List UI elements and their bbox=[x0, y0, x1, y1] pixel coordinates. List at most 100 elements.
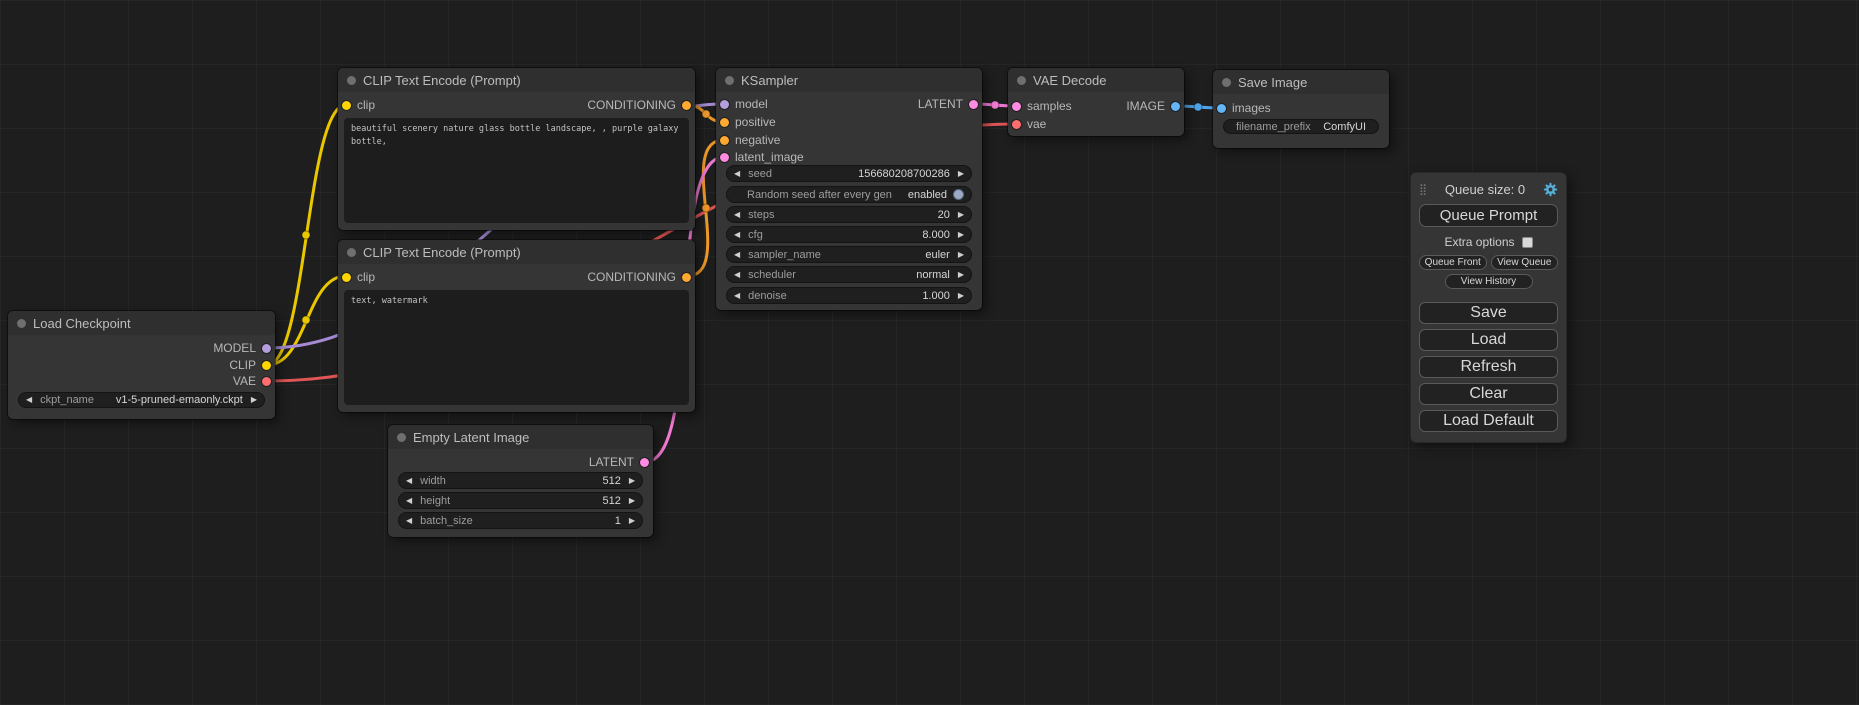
node-collapse-dot[interactable] bbox=[1017, 76, 1026, 85]
clip-input-dot[interactable] bbox=[342, 101, 351, 110]
widget-random-seed-toggle[interactable]: Random seed after every gen enabled bbox=[726, 186, 972, 203]
next-arrow-icon[interactable]: ▶ bbox=[958, 271, 964, 279]
input-slot-clip[interactable]: clip bbox=[342, 97, 375, 113]
widget-cfg[interactable]: ◀ cfg 8.000 ▶ bbox=[726, 226, 972, 243]
input-slot-samples[interactable]: samples bbox=[1012, 98, 1072, 114]
queue-prompt-button[interactable]: Queue Prompt bbox=[1419, 204, 1558, 227]
negative-input-dot[interactable] bbox=[720, 136, 729, 145]
prev-arrow-icon[interactable]: ◀ bbox=[406, 517, 412, 525]
input-slot-negative[interactable]: negative bbox=[720, 132, 780, 148]
node-header[interactable]: KSampler bbox=[716, 68, 982, 92]
prev-arrow-icon[interactable]: ◀ bbox=[406, 497, 412, 505]
refresh-button[interactable]: Refresh bbox=[1419, 356, 1558, 378]
node-graph-canvas[interactable]: Load Checkpoint MODEL CLIP VAE ◀ ckpt_na… bbox=[0, 0, 1859, 705]
latent-output-dot[interactable] bbox=[640, 458, 649, 467]
node-collapse-dot[interactable] bbox=[17, 319, 26, 328]
output-slot-conditioning[interactable]: CONDITIONING bbox=[587, 97, 691, 113]
queue-menu-panel[interactable]: ⣿ Queue size: 0 Queue Prompt Extra optio… bbox=[1410, 172, 1567, 443]
clear-button[interactable]: Clear bbox=[1419, 383, 1558, 405]
images-input-dot[interactable] bbox=[1217, 104, 1226, 113]
load-default-button[interactable]: Load Default bbox=[1419, 410, 1558, 432]
latent-output-dot[interactable] bbox=[969, 100, 978, 109]
output-slot-image[interactable]: IMAGE bbox=[1126, 98, 1180, 114]
node-collapse-dot[interactable] bbox=[397, 433, 406, 442]
output-slot-latent[interactable]: LATENT bbox=[589, 454, 649, 470]
widget-batch-size[interactable]: ◀ batch_size 1 ▶ bbox=[398, 512, 643, 529]
next-arrow-icon[interactable]: ▶ bbox=[958, 231, 964, 239]
model-input-dot[interactable] bbox=[720, 100, 729, 109]
prev-arrow-icon[interactable]: ◀ bbox=[406, 477, 412, 485]
output-slot-model[interactable]: MODEL bbox=[213, 340, 271, 356]
widget-denoise[interactable]: ◀ denoise 1.000 ▶ bbox=[726, 287, 972, 304]
node-collapse-dot[interactable] bbox=[347, 248, 356, 257]
clip-output-dot[interactable] bbox=[262, 361, 271, 370]
widget-ckpt-name[interactable]: ◀ ckpt_name v1-5-pruned-emaonly.ckpt ▶ bbox=[18, 392, 265, 408]
next-arrow-icon[interactable]: ▶ bbox=[629, 517, 635, 525]
output-slot-conditioning[interactable]: CONDITIONING bbox=[587, 269, 691, 285]
prev-arrow-icon[interactable]: ◀ bbox=[734, 271, 740, 279]
model-output-dot[interactable] bbox=[262, 344, 271, 353]
settings-gear-icon[interactable] bbox=[1543, 182, 1558, 197]
widget-height[interactable]: ◀ height 512 ▶ bbox=[398, 492, 643, 509]
vae-input-dot[interactable] bbox=[1012, 120, 1021, 129]
next-arrow-icon[interactable]: ▶ bbox=[958, 170, 964, 178]
widget-sampler-name[interactable]: ◀ sampler_name euler ▶ bbox=[726, 246, 972, 263]
output-slot-latent[interactable]: LATENT bbox=[918, 96, 978, 112]
prev-arrow-icon[interactable]: ◀ bbox=[734, 170, 740, 178]
node-header[interactable]: CLIP Text Encode (Prompt) bbox=[338, 68, 695, 92]
next-arrow-icon[interactable]: ▶ bbox=[958, 211, 964, 219]
load-button[interactable]: Load bbox=[1419, 329, 1558, 351]
prev-arrow-icon[interactable]: ◀ bbox=[734, 251, 740, 259]
prev-arrow-icon[interactable]: ◀ bbox=[734, 231, 740, 239]
node-header[interactable]: VAE Decode bbox=[1008, 68, 1184, 92]
drag-handle-icon[interactable]: ⣿ bbox=[1419, 183, 1427, 196]
node-load-checkpoint[interactable]: Load Checkpoint MODEL CLIP VAE ◀ ckpt_na… bbox=[8, 311, 275, 419]
node-collapse-dot[interactable] bbox=[725, 76, 734, 85]
widget-seed[interactable]: ◀ seed 156680208700286 ▶ bbox=[726, 165, 972, 182]
output-slot-clip[interactable]: CLIP bbox=[229, 357, 271, 373]
next-arrow-icon[interactable]: ▶ bbox=[629, 497, 635, 505]
positive-input-dot[interactable] bbox=[720, 118, 729, 127]
node-save-image[interactable]: Save Image images filename_prefix ComfyU… bbox=[1213, 70, 1389, 148]
toggle-indicator-icon[interactable] bbox=[953, 189, 964, 200]
prev-arrow-icon[interactable]: ◀ bbox=[734, 292, 740, 300]
extra-options-checkbox[interactable] bbox=[1522, 237, 1533, 248]
node-header[interactable]: Save Image bbox=[1213, 70, 1389, 94]
prev-arrow-icon[interactable]: ◀ bbox=[734, 211, 740, 219]
input-slot-clip[interactable]: clip bbox=[342, 269, 375, 285]
widget-steps[interactable]: ◀ steps 20 ▶ bbox=[726, 206, 972, 223]
clip-input-dot[interactable] bbox=[342, 273, 351, 282]
input-slot-images[interactable]: images bbox=[1217, 100, 1271, 116]
node-clip-text-encode-positive[interactable]: CLIP Text Encode (Prompt) clip CONDITION… bbox=[338, 68, 695, 230]
prompt-textarea[interactable]: beautiful scenery nature glass bottle la… bbox=[344, 118, 689, 223]
widget-width[interactable]: ◀ width 512 ▶ bbox=[398, 472, 643, 489]
node-collapse-dot[interactable] bbox=[347, 76, 356, 85]
vae-output-dot[interactable] bbox=[262, 377, 271, 386]
node-collapse-dot[interactable] bbox=[1222, 78, 1231, 87]
node-header[interactable]: CLIP Text Encode (Prompt) bbox=[338, 240, 695, 264]
input-slot-latent-image[interactable]: latent_image bbox=[720, 149, 804, 165]
save-button[interactable]: Save bbox=[1419, 302, 1558, 324]
node-empty-latent-image[interactable]: Empty Latent Image LATENT ◀ width 512 ▶ … bbox=[388, 425, 653, 537]
conditioning-output-dot[interactable] bbox=[682, 273, 691, 282]
image-output-dot[interactable] bbox=[1171, 102, 1180, 111]
input-slot-vae[interactable]: vae bbox=[1012, 116, 1046, 132]
node-vae-decode[interactable]: VAE Decode samples vae IMAGE bbox=[1008, 68, 1184, 136]
next-arrow-icon[interactable]: ▶ bbox=[251, 396, 257, 404]
prompt-textarea[interactable]: text, watermark bbox=[344, 290, 689, 405]
next-arrow-icon[interactable]: ▶ bbox=[958, 251, 964, 259]
samples-input-dot[interactable] bbox=[1012, 102, 1021, 111]
widget-scheduler[interactable]: ◀ scheduler normal ▶ bbox=[726, 266, 972, 283]
conditioning-output-dot[interactable] bbox=[682, 101, 691, 110]
prev-arrow-icon[interactable]: ◀ bbox=[26, 396, 32, 404]
input-slot-positive[interactable]: positive bbox=[720, 114, 776, 130]
queue-front-button[interactable]: Queue Front bbox=[1419, 255, 1487, 270]
node-clip-text-encode-negative[interactable]: CLIP Text Encode (Prompt) clip CONDITION… bbox=[338, 240, 695, 412]
node-header[interactable]: Load Checkpoint bbox=[8, 311, 275, 335]
output-slot-vae[interactable]: VAE bbox=[233, 373, 271, 389]
node-ksampler[interactable]: KSampler model positive negative latent_… bbox=[716, 68, 982, 310]
input-slot-model[interactable]: model bbox=[720, 96, 768, 112]
widget-filename-prefix[interactable]: filename_prefix ComfyUI bbox=[1223, 119, 1379, 134]
view-queue-button[interactable]: View Queue bbox=[1491, 255, 1559, 270]
node-header[interactable]: Empty Latent Image bbox=[388, 425, 653, 449]
